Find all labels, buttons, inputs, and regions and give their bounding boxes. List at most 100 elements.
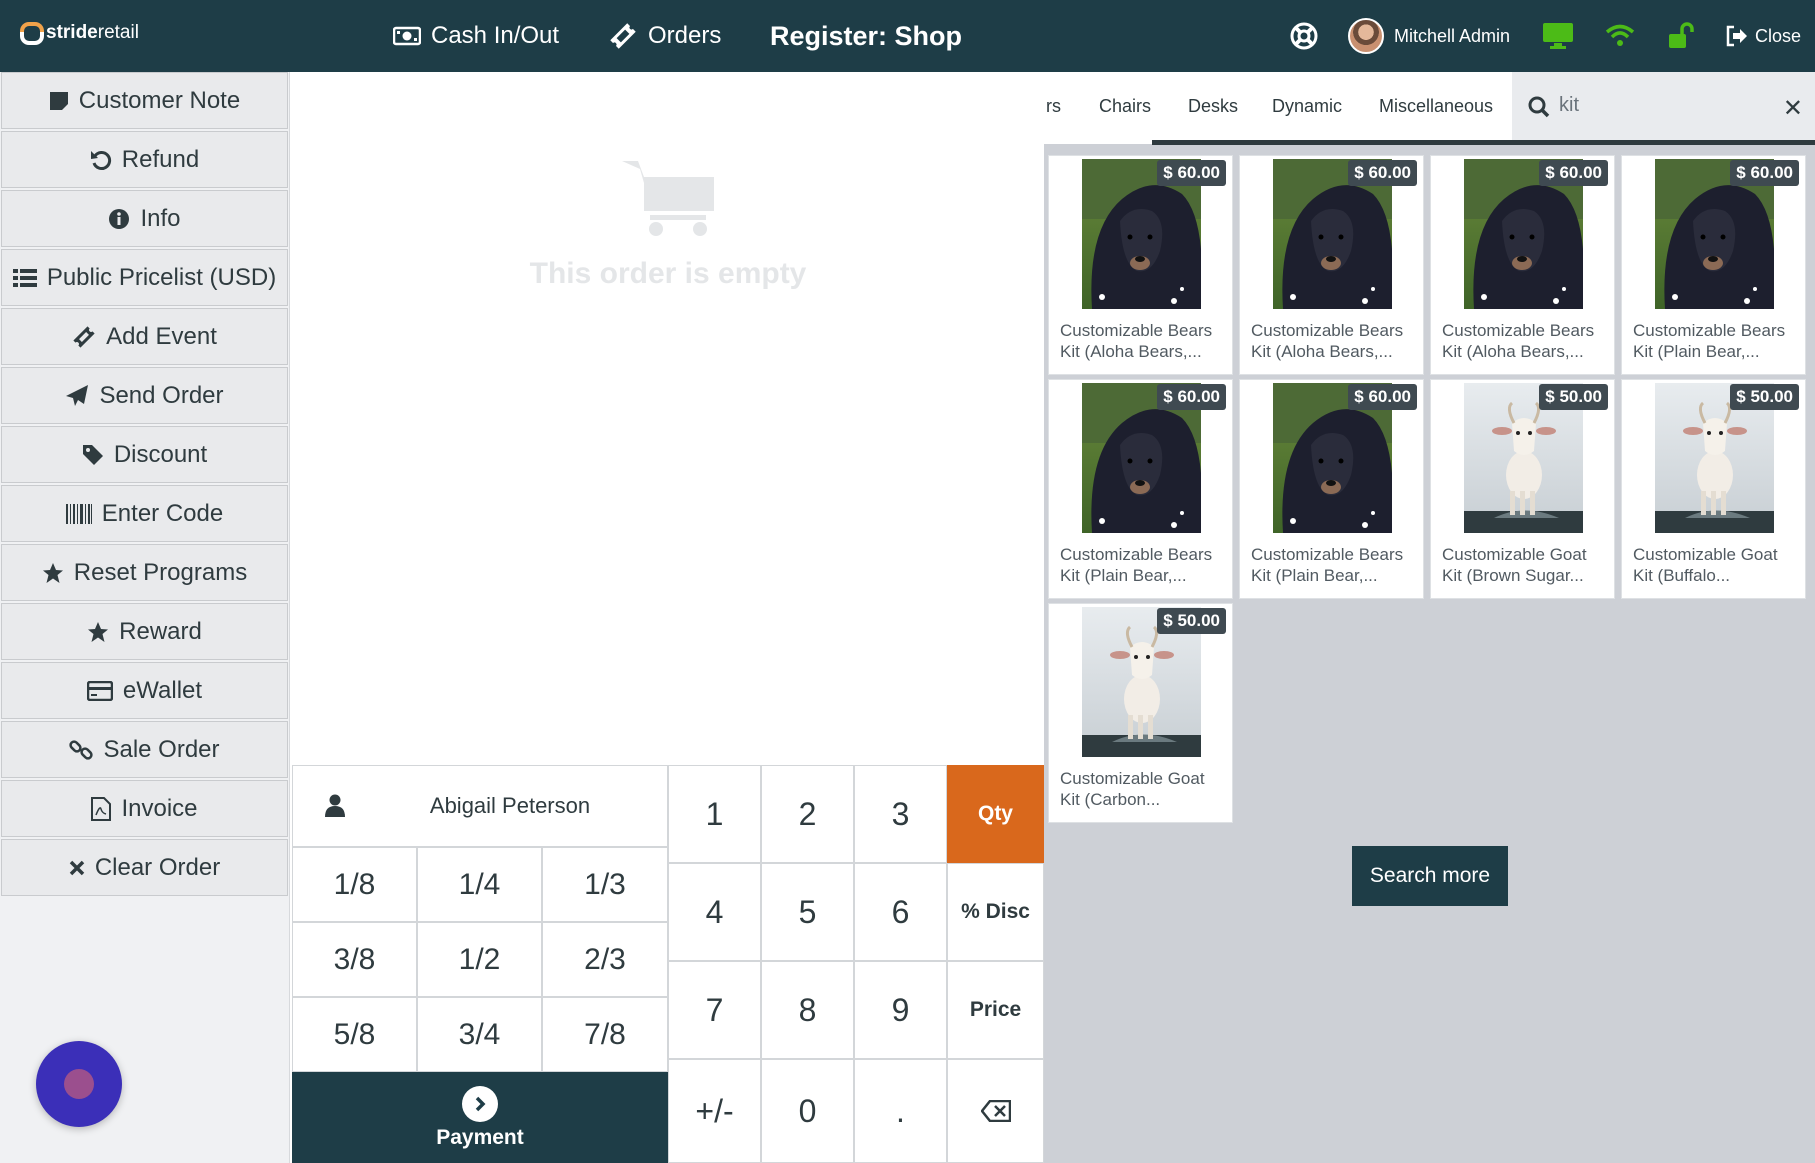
customer-display-button[interactable] [1542, 0, 1574, 72]
search-input[interactable]: kit [1559, 94, 1579, 117]
money-icon [393, 26, 421, 46]
add-event-button[interactable]: Add Event [1, 308, 288, 365]
clear-search-icon[interactable]: ✕ [1783, 94, 1803, 123]
fraction-5-8-button[interactable]: 5/8 [292, 997, 417, 1072]
product-card[interactable]: $ 60.00 Customizable Bears Kit (Plain Bea… [1621, 155, 1806, 375]
product-card[interactable]: $ 50.00 Customizable Goat Kit (Brown Suga… [1430, 379, 1615, 599]
close-button[interactable]: Close [1725, 0, 1801, 72]
top-navbar: strideretail Cash In/Out Orders Register… [0, 0, 1815, 72]
invoice-label: Invoice [121, 794, 198, 822]
star-icon [42, 562, 63, 583]
clear-order-label: Clear Order [94, 853, 221, 881]
product-card[interactable]: $ 60.00 Customizable Bears Kit (Aloha Bea… [1239, 155, 1424, 375]
lock-button[interactable] [1667, 0, 1695, 72]
reset-programs-label: Reset Programs [73, 558, 248, 586]
fraction-1-8-button[interactable]: 1/8 [292, 847, 417, 922]
price-tag: $ 60.00 [1157, 384, 1226, 410]
undo-icon [90, 150, 111, 170]
fraction-1-4-button[interactable]: 1/4 [417, 847, 542, 922]
numpad-key-1[interactable]: 1 [668, 765, 761, 863]
refund-button[interactable]: Refund [1, 131, 288, 188]
product-card[interactable]: $ 60.00 Customizable Bears Kit (Aloha Bea… [1048, 155, 1233, 375]
category-chairs[interactable]: Chairs [1099, 72, 1151, 140]
numpad-key-4[interactable]: 4 [668, 863, 761, 961]
fraction-3-4-button[interactable]: 3/4 [417, 997, 542, 1072]
product-name: Customizable Bears Kit (Plain Bear,... [1251, 545, 1404, 585]
empty-order-text: This order is empty [529, 257, 807, 290]
qty-mode-button[interactable]: Qty [947, 765, 1044, 863]
search-icon [1528, 96, 1550, 118]
orders-button[interactable]: Orders [608, 0, 721, 72]
control-buttons-panel: Customer Note Refund Info Public Priceli… [0, 72, 290, 1163]
product-name: Customizable Bears Kit (Aloha Bears,... [1251, 321, 1404, 361]
refund-label: Refund [121, 145, 200, 173]
user-menu[interactable]: Mitchell Admin [1348, 0, 1510, 72]
numpad-key-8[interactable]: 8 [761, 961, 854, 1059]
payment-button[interactable]: Payment [292, 1072, 668, 1163]
search-more-button[interactable]: Search more [1352, 846, 1508, 906]
assistant-dot [64, 1069, 94, 1099]
discount-button[interactable]: Discount [1, 426, 288, 483]
fraction-7-8-button[interactable]: 7/8 [542, 997, 668, 1072]
numpad-key-decimal[interactable]: . [854, 1059, 947, 1163]
numpad-key-5[interactable]: 5 [761, 863, 854, 961]
shopping-cart-icon [622, 157, 718, 242]
info-button[interactable]: Info [1, 190, 288, 247]
info-label: Info [140, 204, 181, 232]
numpad-key-6[interactable]: 6 [854, 863, 947, 961]
sale-order-button[interactable]: Sale Order [1, 721, 288, 778]
reset-programs-button[interactable]: Reset Programs [1, 544, 288, 601]
assistant-bubble[interactable] [36, 1041, 122, 1127]
price-mode-button[interactable]: Price [947, 961, 1044, 1059]
fraction-1-3-button[interactable]: 1/3 [542, 847, 668, 922]
avatar [1348, 18, 1384, 54]
product-card[interactable]: $ 60.00 Customizable Bears Kit (Plain Bea… [1048, 379, 1233, 599]
customer-button[interactable]: Abigail Peterson [292, 765, 668, 847]
product-name: Customizable Bears Kit (Plain Bear,... [1633, 321, 1786, 361]
numpad-key-7[interactable]: 7 [668, 961, 761, 1059]
numpad-key-3[interactable]: 3 [854, 765, 947, 863]
support-button[interactable] [1290, 0, 1318, 72]
category-miscellaneous[interactable]: Miscellaneous [1379, 72, 1493, 140]
product-card[interactable]: $ 50.00 Customizable Goat Kit (Buffalo... [1621, 379, 1806, 599]
send-order-label: Send Order [99, 381, 224, 409]
close-label: Close [1755, 25, 1802, 46]
enter-code-button[interactable]: Enter Code [1, 485, 288, 542]
reward-label: Reward [119, 617, 202, 645]
send-order-button[interactable]: Send Order [1, 367, 288, 424]
reward-button[interactable]: Reward [1, 603, 288, 660]
fraction-3-8-button[interactable]: 3/8 [292, 922, 417, 997]
category-partial[interactable]: rs [1046, 72, 1061, 140]
product-card[interactable]: $ 60.00 Customizable Bears Kit (Plain Bea… [1239, 379, 1424, 599]
ticket-icon [610, 23, 636, 49]
order-panel: This order is empty [292, 72, 1044, 765]
brand-logo: strideretail [18, 20, 139, 46]
discount-mode-button[interactable]: % Disc [947, 863, 1044, 961]
invoice-button[interactable]: Invoice [1, 780, 288, 837]
category-desks[interactable]: Desks [1188, 72, 1238, 140]
ewallet-button[interactable]: eWallet [1, 662, 288, 719]
backspace-icon [980, 1100, 1011, 1122]
category-dynamic[interactable]: Dynamic [1272, 72, 1342, 140]
pricelist-button[interactable]: Public Pricelist (USD) [1, 249, 288, 306]
numpad-key-2[interactable]: 2 [761, 765, 854, 863]
cash-in-out-button[interactable]: Cash In/Out [393, 0, 559, 72]
numpad-key-0[interactable]: 0 [761, 1059, 854, 1163]
product-search[interactable]: kit ✕ [1512, 72, 1815, 140]
add-event-label: Add Event [106, 322, 217, 350]
customer-note-button[interactable]: Customer Note [1, 72, 288, 129]
clear-order-button[interactable]: Clear Order [1, 839, 288, 896]
backspace-button[interactable] [947, 1059, 1044, 1163]
price-tag: $ 50.00 [1157, 608, 1226, 634]
category-scrollbar[interactable] [1152, 140, 1815, 145]
product-card[interactable]: $ 60.00 Customizable Bears Kit (Aloha Bea… [1430, 155, 1615, 375]
category-bar: rs Chairs Desks Dynamic Miscellaneous ki… [1044, 72, 1815, 145]
numpad-key-9[interactable]: 9 [854, 961, 947, 1059]
file-pdf-icon [91, 796, 112, 821]
fraction-1-2-button[interactable]: 1/2 [417, 922, 542, 997]
fraction-2-3-button[interactable]: 2/3 [542, 922, 668, 997]
product-card[interactable]: $ 50.00 Customizable Goat Kit (Carbon... [1048, 603, 1233, 823]
customer-note-label: Customer Note [78, 86, 241, 114]
connection-status[interactable] [1605, 0, 1635, 72]
numpad-key-plus-minus[interactable]: +/- [668, 1059, 761, 1163]
